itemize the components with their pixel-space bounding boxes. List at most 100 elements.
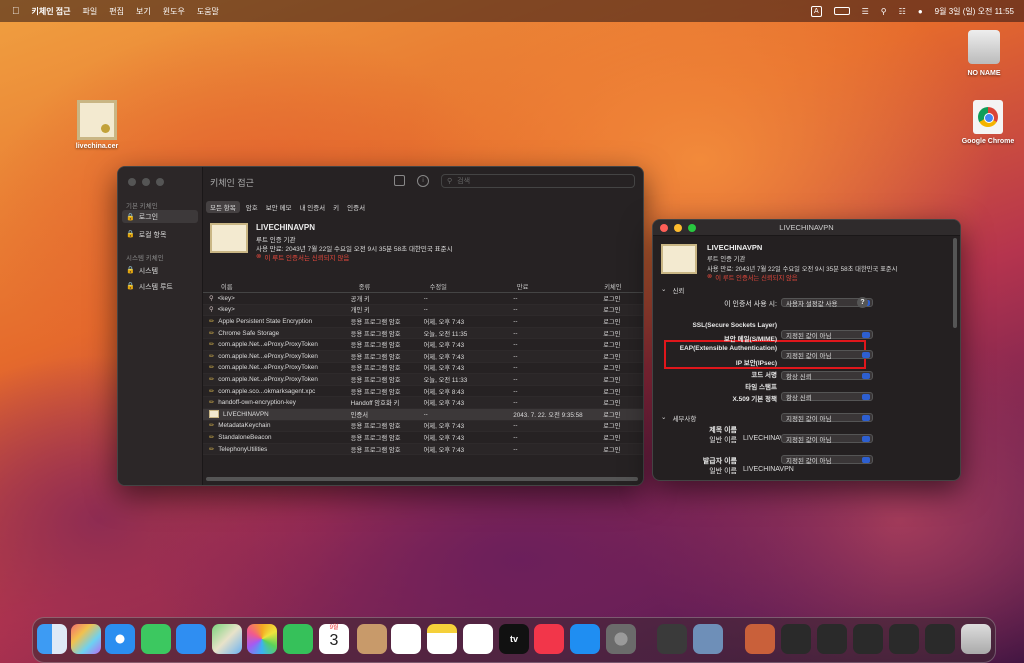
tab-certificates[interactable]: 인증서 — [345, 201, 367, 213]
chevron-down-icon: ⌄ — [661, 286, 667, 293]
table-row[interactable]: ✏ com.apple.sco...okmarksagent.xpc 응용 프로그램… — [203, 386, 643, 398]
menu-app-name[interactable]: 키체인 접근 — [32, 6, 71, 17]
tab-passwords[interactable]: 암호 — [244, 201, 260, 213]
system-settings-icon[interactable] — [606, 624, 636, 654]
col-modified[interactable]: 수정일 — [430, 282, 517, 291]
help-button[interactable]: ? — [857, 297, 868, 308]
row-modified: 어제, 오후 7:43 — [423, 400, 465, 408]
col-name[interactable]: 이름 — [203, 282, 359, 291]
table-row[interactable]: ✏ handoff-own-encryption-key Handoff 암호화 키… — [203, 397, 643, 409]
finder-icon[interactable] — [37, 624, 67, 654]
maps-icon[interactable] — [212, 624, 242, 654]
vertical-scrollbar[interactable] — [953, 238, 957, 328]
policy-label: SSL(Secure Sockets Layer) — [692, 322, 777, 329]
preview-icon[interactable] — [693, 624, 723, 654]
tab-all-items[interactable]: 모든 항목 — [206, 201, 240, 213]
col-kind[interactable]: 종류 — [359, 282, 430, 291]
policy-select[interactable]: 지정된 값이 아님 — [781, 350, 873, 360]
tab-my-certificates[interactable]: 내 인증서 — [297, 201, 327, 213]
table-row[interactable]: ✏ StandaloneBeacon 응용 프로그램 암호 어제, 오후 7:43 --… — [203, 432, 643, 444]
trash-icon[interactable] — [961, 624, 991, 654]
menu-window[interactable]: 윈도우 — [163, 6, 185, 17]
menu-edit[interactable]: 편집 — [109, 6, 124, 17]
trust-section-toggle[interactable]: ⌄ 신뢰 — [661, 285, 684, 295]
close-button[interactable] — [128, 178, 136, 186]
policy-select[interactable]: 항상 신뢰 — [781, 371, 873, 381]
menubar-clock[interactable]: 9월 3일 (일) 오전 11:55 — [935, 6, 1014, 17]
input-source-indicator[interactable]: A — [810, 5, 822, 17]
battery-icon[interactable] — [833, 7, 850, 15]
info-icon[interactable]: i — [417, 175, 429, 187]
table-row[interactable]: ⚲ <key> 개인 키 -- -- 로그인 — [203, 304, 643, 317]
window-thumbnail-icon[interactable] — [781, 624, 811, 654]
horizontal-scrollbar[interactable] — [206, 477, 638, 481]
siri-icon[interactable]: ● — [918, 7, 923, 16]
menu-help[interactable]: 도움말 — [197, 6, 219, 17]
sidebar-item-login[interactable]: 🔒 로그인 — [122, 210, 198, 223]
policy-select[interactable]: 지정된 값이 아님 — [781, 455, 873, 465]
table-row[interactable]: ⚲ <key> 공개 키 -- -- 로그인 — [203, 293, 643, 305]
details-section-toggle[interactable]: ⌄ 세부사항 — [661, 413, 696, 423]
policy-select[interactable]: 지정된 값이 아님 — [781, 330, 873, 340]
tab-secure-notes[interactable]: 보안 메모 — [264, 201, 294, 213]
notes-icon[interactable] — [427, 624, 457, 654]
desktop-chrome[interactable]: Google Chrome — [954, 100, 1022, 145]
sidebar-item-local[interactable]: 🔒 로컬 항목 — [126, 230, 166, 240]
window-thumbnail-icon[interactable] — [889, 624, 919, 654]
policy-select[interactable]: 지정된 값이 아님 — [781, 434, 873, 444]
window-thumbnail-icon[interactable] — [853, 624, 883, 654]
table-row[interactable]: ✏ TelephonyUtilities 응용 프로그램 암호 어제, 오후 7:43… — [203, 443, 643, 456]
launchpad-icon[interactable] — [71, 624, 101, 654]
policy-select[interactable]: 지정된 값이 아님 — [781, 413, 873, 423]
table-row[interactable]: ✏ com.apple.Net...eProxy.ProxyToken 응용 프로그… — [203, 339, 643, 351]
tv-icon[interactable]: tv — [499, 624, 529, 654]
zoom-button[interactable] — [156, 178, 164, 186]
safari-icon[interactable] — [105, 624, 135, 654]
subject-cn-label: 일반 이름 — [709, 437, 737, 444]
minimize-button[interactable] — [142, 178, 150, 186]
col-expires[interactable]: 만료 — [517, 282, 604, 291]
table-row[interactable]: ✏ Chrome Safe Storage 응용 프로그램 암호 오늘, 오전 11:… — [203, 327, 643, 340]
recent-file-icon[interactable] — [745, 624, 775, 654]
messages-icon[interactable] — [141, 624, 171, 654]
window-thumbnail-icon[interactable] — [817, 624, 847, 654]
keychain-access-icon[interactable] — [657, 624, 687, 654]
calendar-icon[interactable]: 9월 3 — [319, 624, 349, 654]
row-keychain: 로그인 — [603, 353, 621, 361]
row-keychain: 로그인 — [603, 388, 621, 396]
row-kind: 개인 키 — [350, 307, 370, 315]
window-thumbnail-icon[interactable] — [925, 624, 955, 654]
table-row[interactable]: ✏ com.apple.Net...eProxy.ProxyToken 응용 프로그… — [203, 350, 643, 363]
sidebar-item-system-roots[interactable]: 🔒 시스템 루트 — [126, 282, 173, 292]
policy-select[interactable]: 항상 신뢰 — [781, 392, 873, 402]
search-field[interactable]: ⚲ 검색 — [441, 174, 635, 188]
contacts-icon[interactable] — [357, 624, 387, 654]
apple-menu-icon[interactable]:  — [12, 6, 20, 17]
table-row[interactable]: ✏ com.apple.Net...eProxy.ProxyToken 응용 프로그… — [203, 374, 643, 386]
row-kind: 공개 키 — [350, 295, 370, 303]
wifi-icon[interactable]: ☰ — [862, 7, 869, 16]
freeform-icon[interactable] — [463, 624, 493, 654]
table-row[interactable]: LIVECHINAVPN 인증서 -- 2043. 7. 22. 오전 9:35:58… — [203, 408, 643, 421]
table-row[interactable]: ✏ com.apple.Net...eProxy.ProxyToken 응용 프로그… — [203, 363, 643, 375]
row-modified: 어제, 오후 8:43 — [423, 388, 465, 396]
mail-icon[interactable] — [176, 624, 206, 654]
reminders-icon[interactable] — [391, 624, 421, 654]
search-icon[interactable]: ⚲ — [881, 7, 887, 16]
table-row[interactable]: ✏ MetadataKeychain 응용 프로그램 암호 어제, 오후 7:43 --… — [203, 420, 643, 433]
col-keychain[interactable]: 키체인 — [604, 282, 643, 291]
desktop-drive[interactable]: NO NAME — [954, 30, 1014, 77]
facetime-icon[interactable] — [283, 624, 313, 654]
photos-icon[interactable] — [247, 624, 277, 654]
desktop-cert-file[interactable]: livechina.cer — [66, 100, 128, 150]
menu-file[interactable]: 파일 — [83, 6, 98, 17]
menu-view[interactable]: 보기 — [136, 6, 151, 17]
compose-icon[interactable] — [394, 175, 405, 186]
control-center-icon[interactable]: ☷ — [899, 7, 906, 16]
sidebar-item-label: 로그인 — [138, 213, 159, 221]
app-store-icon[interactable] — [570, 624, 600, 654]
tab-keys[interactable]: 키 — [331, 201, 341, 213]
music-icon[interactable] — [534, 624, 564, 654]
table-row[interactable]: ✏ Apple Persistent State Encryption 응용 프로그… — [203, 316, 643, 328]
sidebar-item-system[interactable]: 🔒 시스템 — [126, 266, 158, 276]
